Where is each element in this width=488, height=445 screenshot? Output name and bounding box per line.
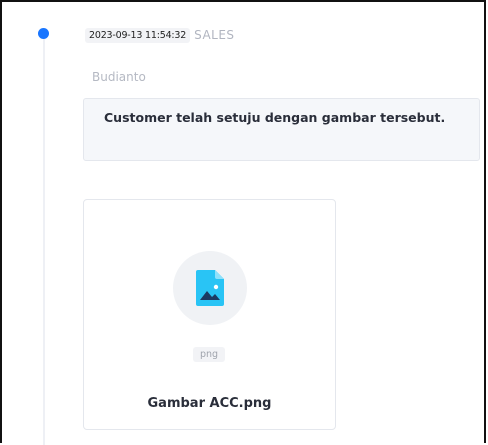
attachment-icon-wrapper bbox=[173, 251, 247, 325]
panel-frame: 2023-09-13 11:54:32 SALES Budianto Custo… bbox=[0, 0, 486, 445]
message-text: Customer telah setuju dengan gambar ters… bbox=[104, 110, 446, 125]
attachment-filename[interactable]: Gambar ACC.png bbox=[84, 396, 335, 411]
timeline-line bbox=[43, 38, 45, 445]
message-box: Customer telah setuju dengan gambar ters… bbox=[83, 98, 480, 161]
entry-role: SALES bbox=[194, 28, 235, 42]
entry-timestamp: 2023-09-13 11:54:32 bbox=[85, 27, 191, 43]
timeline-dot bbox=[38, 28, 49, 39]
entry-meta: 2023-09-13 11:54:32 SALES bbox=[85, 26, 235, 44]
entry-author: Budianto bbox=[92, 70, 146, 84]
attachment-card[interactable]: png Gambar ACC.png bbox=[83, 199, 336, 430]
file-extension-badge: png bbox=[193, 347, 226, 362]
image-file-icon bbox=[196, 270, 224, 306]
